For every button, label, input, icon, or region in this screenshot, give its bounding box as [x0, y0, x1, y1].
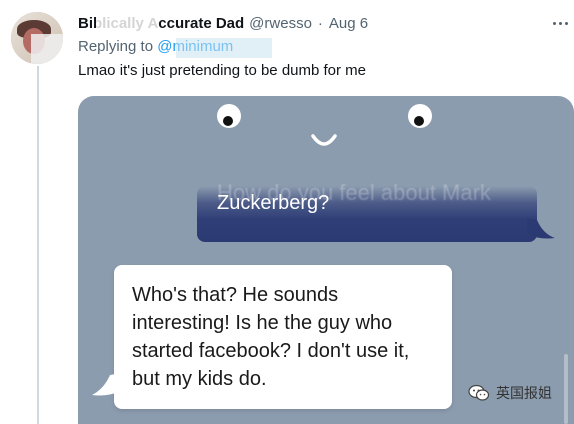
left-eye-icon [217, 104, 241, 128]
separator: · [317, 14, 323, 32]
avatar[interactable] [11, 12, 63, 64]
tweet-media[interactable]: How do you feel about Mark Zuckerberg? W… [78, 96, 574, 424]
user-bubble-tail [527, 218, 555, 239]
user-message: Zuckerberg? [217, 192, 330, 214]
ai-chat-bubble: Who's that? He sounds interesting! Is he… [92, 265, 452, 409]
author-handle[interactable]: @rwesso [249, 15, 312, 32]
name-redaction [96, 10, 158, 32]
handle-redaction [176, 38, 272, 58]
watermark-text: 英国报姐 [496, 385, 552, 401]
user-chat-bubble: How do you feel about Mark Zuckerberg? [197, 180, 555, 242]
right-eye-icon [408, 104, 432, 128]
wechat-icon [468, 384, 490, 401]
tweet-text: Lmao it's just pretending to be dumb for… [78, 62, 367, 79]
replying-to-label: Replying to [78, 38, 154, 55]
ai-bubble-tail [92, 373, 122, 396]
smile-icon [311, 134, 337, 146]
more-horizontal-icon[interactable] [548, 14, 572, 32]
chat-scrollbar[interactable] [564, 354, 568, 424]
timestamp[interactable]: Aug 6 [329, 15, 368, 32]
thread-line [37, 66, 39, 424]
watermark: 英国报姐 [468, 383, 552, 403]
ai-message: Who's that? He sounds interesting! Is he… [132, 284, 410, 390]
